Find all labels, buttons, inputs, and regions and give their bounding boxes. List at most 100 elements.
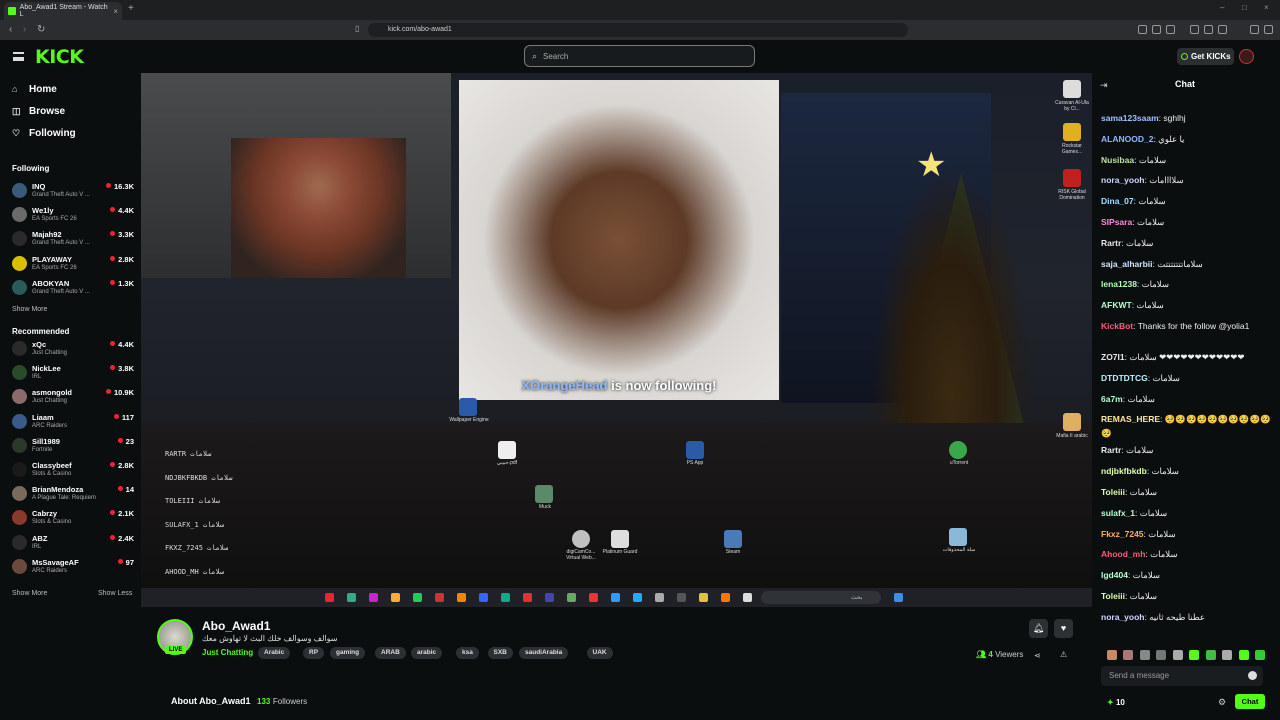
stream-tag[interactable]: gaming: [330, 647, 366, 659]
sidebar-channel[interactable]: Majah92 Grand Theft Auto V ... 3.3K: [12, 228, 134, 250]
chat-username[interactable]: Rartr: [1101, 445, 1121, 455]
sidebar-item-following[interactable]: ♡ Following: [12, 128, 76, 139]
sidebar-channel[interactable]: Classybeef Slots & Casino 2.8K: [12, 459, 134, 481]
kicks-balance[interactable]: ✦ 10: [1107, 698, 1125, 707]
forward-icon[interactable]: ›: [23, 24, 26, 35]
maximize-icon[interactable]: □: [1242, 3, 1247, 12]
emote-icon[interactable]: [1156, 650, 1167, 660]
video-player[interactable]: ★ XOrangeHead is now following! RARTR سل…: [141, 73, 1092, 607]
menu-icon[interactable]: [1264, 25, 1273, 34]
stream-category[interactable]: Just Chatting: [202, 648, 253, 657]
stream-tag[interactable]: saudiArabia: [519, 647, 569, 659]
chat-username[interactable]: ndjbkfbkdb: [1101, 466, 1147, 476]
sidebar-channel[interactable]: ABOKYAN Grand Theft Auto V ... 1.3K: [12, 277, 134, 299]
chat-username[interactable]: Nusibaa: [1101, 155, 1134, 165]
emote-icon[interactable]: [1255, 650, 1266, 660]
sidebar-channel[interactable]: PLAYAWAY EA Sports FC 26 2.8K: [12, 253, 134, 275]
back-icon[interactable]: ‹: [9, 24, 12, 35]
chat-username[interactable]: lgd404: [1101, 570, 1128, 580]
get-kicks-button[interactable]: Get KICKs: [1177, 48, 1234, 65]
new-tab-icon[interactable]: +: [128, 3, 134, 14]
sidebar-channel[interactable]: Liaam ARC Raiders 117: [12, 411, 134, 433]
stream-tag[interactable]: SXB: [487, 647, 513, 659]
sidebar-channel[interactable]: BrianMendoza A Plague Tale: Requiem 14: [12, 483, 134, 505]
emote-icon[interactable]: [1189, 650, 1200, 660]
reload-icon[interactable]: ↻: [37, 24, 45, 35]
chat-username[interactable]: ZO7I1: [1101, 352, 1125, 362]
chat-username[interactable]: AFKWT: [1101, 300, 1132, 310]
sidebar-channel[interactable]: ABZ IRL 2.4K: [12, 532, 134, 554]
emoji-picker-icon[interactable]: [1248, 671, 1257, 680]
stream-tag[interactable]: arabic: [411, 647, 443, 659]
sidebar-icon[interactable]: [1204, 25, 1213, 34]
user-avatar[interactable]: [1239, 49, 1254, 64]
chat-message-input[interactable]: Send a message: [1101, 666, 1263, 686]
extension-icon[interactable]: [1152, 25, 1161, 34]
notifications-button[interactable]: 🔔︎: [1029, 619, 1048, 638]
sidebar-channel[interactable]: We1ly EA Sports FC 26 4.4K: [12, 204, 134, 226]
extension-icon[interactable]: [1138, 25, 1147, 34]
channel-name[interactable]: Abo_Awad1: [202, 619, 270, 633]
chat-username[interactable]: lena1238: [1101, 279, 1137, 289]
sidebar-channel[interactable]: asmongold Just Chatting 10.9K: [12, 386, 134, 408]
emote-icon[interactable]: [1205, 650, 1216, 660]
follow-button[interactable]: ♥: [1054, 619, 1073, 638]
search-input[interactable]: ⌕ Search: [524, 45, 755, 67]
url-field[interactable]: kick.com/abo-awad1: [368, 23, 908, 37]
stream-tag[interactable]: Arabic: [258, 647, 291, 659]
share-icon[interactable]: ⋖: [1034, 651, 1041, 660]
extension-icon[interactable]: [1166, 25, 1175, 34]
chat-username[interactable]: nora_yooh: [1101, 612, 1144, 622]
sidebar-channel[interactable]: MsSavageAF ARC Raiders 97: [12, 556, 134, 578]
sidebar-channel[interactable]: NickLee IRL 3.8K: [12, 362, 134, 384]
sidebar-channel[interactable]: Sill1989 Fortnite 23: [12, 435, 134, 457]
shield-icon[interactable]: [1250, 25, 1259, 34]
chat-username[interactable]: REMAS_HERE: [1101, 414, 1160, 424]
sidebar-item-browse[interactable]: ◫ Browse: [12, 106, 65, 117]
sidebar-channel[interactable]: xQc Just Chatting 4.4K: [12, 338, 134, 360]
chat-username[interactable]: Dina_07: [1101, 196, 1134, 206]
chat-username[interactable]: 6a7m: [1101, 394, 1123, 404]
report-icon[interactable]: ⚠: [1060, 650, 1067, 659]
panel-icon[interactable]: [1218, 25, 1227, 34]
chat-username[interactable]: nora_yooh: [1101, 175, 1144, 185]
chat-username[interactable]: KickBot: [1101, 321, 1133, 331]
close-tab-icon[interactable]: ×: [113, 7, 118, 16]
chat-username[interactable]: saja_alharbii: [1101, 259, 1153, 269]
sidebar-item-home[interactable]: ⌂ Home: [12, 84, 57, 95]
stream-tag[interactable]: ksa: [456, 647, 479, 659]
emote-icon[interactable]: [1222, 650, 1233, 660]
sidebar-channel[interactable]: INQ Grand Theft Auto V ... 16.3K: [12, 180, 134, 202]
emote-icon[interactable]: [1139, 650, 1150, 660]
stream-tag[interactable]: RP: [303, 647, 325, 659]
emote-icon[interactable]: [1172, 650, 1183, 660]
chat-username[interactable]: Fkxz_7245: [1101, 529, 1144, 539]
show-less-button[interactable]: Show Less: [98, 590, 132, 597]
sidebar-channel[interactable]: Cabrzy Slots & Casino 2.1K: [12, 507, 134, 529]
minimize-icon[interactable]: –: [1220, 3, 1224, 12]
emote-icon[interactable]: [1107, 650, 1117, 660]
bookmark-icon[interactable]: ▯: [355, 24, 359, 33]
emote-icon[interactable]: [1238, 650, 1249, 660]
chat-username[interactable]: DTDTDTCG: [1101, 373, 1148, 383]
stream-tag[interactable]: ARAB: [375, 647, 406, 659]
chat-username[interactable]: SIPsara: [1101, 217, 1132, 227]
chat-username[interactable]: sama123saam: [1101, 113, 1159, 123]
chat-username[interactable]: ALANOOD_2: [1101, 134, 1153, 144]
kick-logo[interactable]: KICK: [35, 46, 84, 68]
browser-tab[interactable]: Abo_Awad1 Stream - Watch L ×: [4, 2, 122, 20]
chat-settings-icon[interactable]: ⚙: [1218, 697, 1226, 708]
show-more-following-button[interactable]: Show More: [12, 306, 47, 313]
music-icon[interactable]: [1190, 25, 1199, 34]
send-chat-button[interactable]: Chat: [1235, 694, 1265, 709]
stream-tag[interactable]: UAK: [586, 647, 613, 659]
emote-icon[interactable]: [1123, 650, 1134, 660]
hamburger-menu-icon[interactable]: [13, 52, 24, 61]
close-window-icon[interactable]: ×: [1264, 3, 1269, 12]
show-more-recommended-button[interactable]: Show More: [12, 590, 47, 597]
chat-username[interactable]: Rartr: [1101, 238, 1121, 248]
chat-username[interactable]: sulafx_1: [1101, 508, 1135, 518]
chat-username[interactable]: Toleiii: [1101, 487, 1125, 497]
chat-username[interactable]: Ahood_mh: [1101, 549, 1145, 559]
chat-username[interactable]: Toleiii: [1101, 591, 1125, 601]
